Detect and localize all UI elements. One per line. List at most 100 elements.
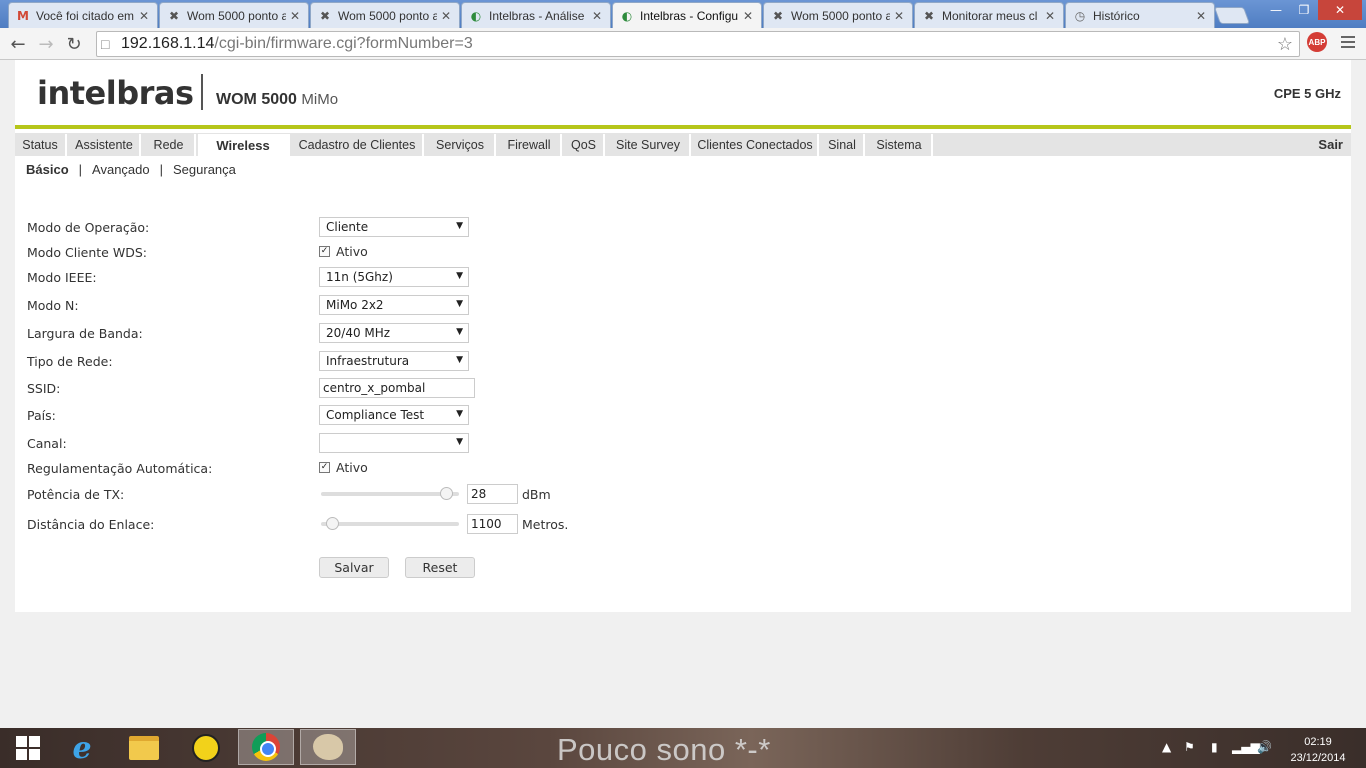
- internet-explorer-icon[interactable]: e: [54, 730, 110, 766]
- tab-favicon-icon: ✖: [923, 8, 935, 23]
- distancia-unit: Metros.: [522, 517, 569, 532]
- browser-tab[interactable]: ◐ Intelbras - Configu ✕: [612, 2, 762, 29]
- battery-icon[interactable]: ▮: [1211, 740, 1218, 754]
- submenu-basico[interactable]: Básico: [26, 162, 73, 177]
- menu-item-sinal[interactable]: Sinal: [821, 134, 865, 156]
- slider-thumb[interactable]: [440, 487, 453, 500]
- browser-tab[interactable]: ✖ Monitorar meus cl ✕: [914, 2, 1064, 28]
- dropdown-arrow-icon: ▼: [456, 299, 463, 309]
- tab-label: Você foi citado em: [36, 8, 135, 23]
- tab-close-icon[interactable]: ✕: [894, 9, 906, 23]
- back-arrow-icon[interactable]: ←: [6, 32, 30, 56]
- new-tab-button[interactable]: [1213, 7, 1251, 24]
- wallpaper-text: Pouco sono *-*: [557, 732, 771, 767]
- menu-item-site-survey[interactable]: Site Survey: [607, 134, 691, 156]
- potencia-tx-slider[interactable]: [321, 487, 459, 500]
- menu-item-clientes-conectados[interactable]: Clientes Conectados: [693, 134, 819, 156]
- submenu-avancado[interactable]: Avançado: [88, 162, 154, 177]
- menu-item-wireless[interactable]: Wireless: [198, 134, 290, 156]
- potencia-tx-label: Potência de TX:: [27, 487, 125, 502]
- start-windows-icon[interactable]: [0, 730, 56, 766]
- product-name: WOM 5000 MiMo: [216, 91, 338, 109]
- pais-value: Compliance Test: [326, 408, 425, 422]
- menu-item-serviços[interactable]: Serviços: [426, 134, 496, 156]
- page-header: intelbras WOM 5000 MiMo CPE 5 GHz: [15, 60, 1351, 126]
- tray-expand-icon[interactable]: ▲: [1162, 740, 1171, 754]
- page-scrollbar[interactable]: [1349, 60, 1366, 728]
- action-center-flag-icon[interactable]: ⚑: [1184, 740, 1195, 754]
- distancia-slider[interactable]: [321, 517, 459, 530]
- adblock-icon[interactable]: ABP: [1307, 32, 1327, 52]
- forward-arrow-icon[interactable]: →: [34, 32, 58, 56]
- tipo-rede-select[interactable]: Infraestrutura ▼: [319, 351, 469, 371]
- chrome-icon[interactable]: [238, 729, 294, 765]
- browser-menu-icon[interactable]: [1340, 34, 1356, 50]
- browser-tab[interactable]: ✖ Wom 5000 ponto a ✕: [763, 2, 913, 28]
- clock-time: 02:19: [1304, 736, 1332, 748]
- tab-label: Monitorar meus cl: [942, 8, 1038, 23]
- logout-link[interactable]: Sair: [1318, 137, 1343, 152]
- save-button[interactable]: Salvar: [319, 557, 389, 578]
- menu-item-status[interactable]: Status: [15, 134, 67, 156]
- tipo-rede-label: Tipo de Rede:: [27, 354, 113, 369]
- paint-icon[interactable]: [300, 729, 356, 765]
- reset-button[interactable]: Reset: [405, 557, 475, 578]
- bookmark-star-icon[interactable]: ☆: [1277, 34, 1293, 55]
- modo-ieee-select[interactable]: 11n (5Ghz) ▼: [319, 267, 469, 287]
- dropdown-arrow-icon: ▼: [456, 437, 463, 447]
- tab-close-icon[interactable]: ✕: [139, 9, 151, 23]
- reload-icon[interactable]: ↻: [62, 32, 86, 56]
- address-bar[interactable]: □ 192.168.1.14/cgi-bin/firmware.cgi?form…: [96, 31, 1300, 57]
- distancia-input[interactable]: 1100: [467, 514, 518, 534]
- slider-thumb[interactable]: [326, 517, 339, 530]
- ssid-input[interactable]: centro_x_pombal: [319, 378, 475, 398]
- browser-tab[interactable]: ◐ Intelbras - Análise ✕: [461, 2, 611, 28]
- tab-close-icon[interactable]: ✕: [592, 9, 604, 23]
- browser-tab[interactable]: ✖ Wom 5000 ponto a ✕: [159, 2, 309, 28]
- modo-operacao-label: Modo de Operação:: [27, 220, 150, 235]
- regulamentacao-checkbox[interactable]: ✓: [319, 462, 330, 473]
- dropdown-arrow-icon: ▼: [456, 327, 463, 337]
- browser-tab[interactable]: ◷ Histórico ✕: [1065, 2, 1215, 28]
- canal-select[interactable]: ▼: [319, 433, 469, 453]
- tab-label: Wom 5000 ponto a: [791, 8, 890, 23]
- tab-close-icon[interactable]: ✕: [1045, 9, 1057, 23]
- menu-item-assistente[interactable]: Assistente: [69, 134, 141, 156]
- modo-wds-label: Modo Cliente WDS:: [27, 245, 147, 260]
- page-icon: □: [101, 36, 110, 52]
- modo-operacao-value: Cliente: [326, 220, 369, 234]
- menu-item-firewall[interactable]: Firewall: [498, 134, 562, 156]
- product-model: WOM 5000: [216, 91, 297, 108]
- browser-tab[interactable]: ✖ Wom 5000 ponto a ✕: [310, 2, 460, 28]
- close-window-icon[interactable]: ✕: [1318, 0, 1362, 20]
- menu-item-rede[interactable]: Rede: [143, 134, 196, 156]
- network-signal-icon[interactable]: ▂▄▆: [1232, 740, 1260, 754]
- largura-banda-select[interactable]: 20/40 MHz ▼: [319, 323, 469, 343]
- menu-item-qos[interactable]: QoS: [564, 134, 605, 156]
- menu-item-sistema[interactable]: Sistema: [867, 134, 933, 156]
- volume-icon[interactable]: 🔊: [1257, 740, 1272, 754]
- tab-favicon-icon: ✖: [168, 8, 180, 23]
- potencia-tx-input[interactable]: 28: [467, 484, 518, 504]
- file-explorer-icon[interactable]: [116, 730, 172, 766]
- minimize-icon[interactable]: —: [1262, 0, 1290, 20]
- wireless-submenu: Básico | Avançado | Segurança: [26, 162, 240, 177]
- pais-select[interactable]: Compliance Test ▼: [319, 405, 469, 425]
- submenu-seguranca[interactable]: Segurança: [169, 162, 240, 177]
- modo-n-select[interactable]: MiMo 2x2 ▼: [319, 295, 469, 315]
- globe-app-icon[interactable]: [178, 730, 234, 766]
- url-path: /cgi-bin/firmware.cgi?formNumber=3: [214, 35, 473, 52]
- modo-operacao-select[interactable]: Cliente ▼: [319, 217, 469, 237]
- menu-item-cadastro-de-clientes[interactable]: Cadastro de Clientes: [292, 134, 424, 156]
- browser-tab[interactable]: M Você foi citado em ✕: [8, 2, 158, 28]
- tab-close-icon[interactable]: ✕: [290, 9, 302, 23]
- router-config-page: intelbras WOM 5000 MiMo CPE 5 GHz Status…: [15, 60, 1351, 612]
- submenu-separator: |: [159, 162, 164, 177]
- system-clock[interactable]: 02:19 23/12/2014: [1288, 734, 1348, 766]
- tab-close-icon[interactable]: ✕: [441, 9, 453, 23]
- device-type: CPE 5 GHz: [1273, 86, 1341, 101]
- modo-wds-checkbox[interactable]: ✓: [319, 246, 330, 257]
- tab-close-icon[interactable]: ✕: [1196, 9, 1208, 23]
- tab-close-icon[interactable]: ✕: [743, 9, 755, 23]
- maximize-icon[interactable]: ❐: [1290, 0, 1318, 20]
